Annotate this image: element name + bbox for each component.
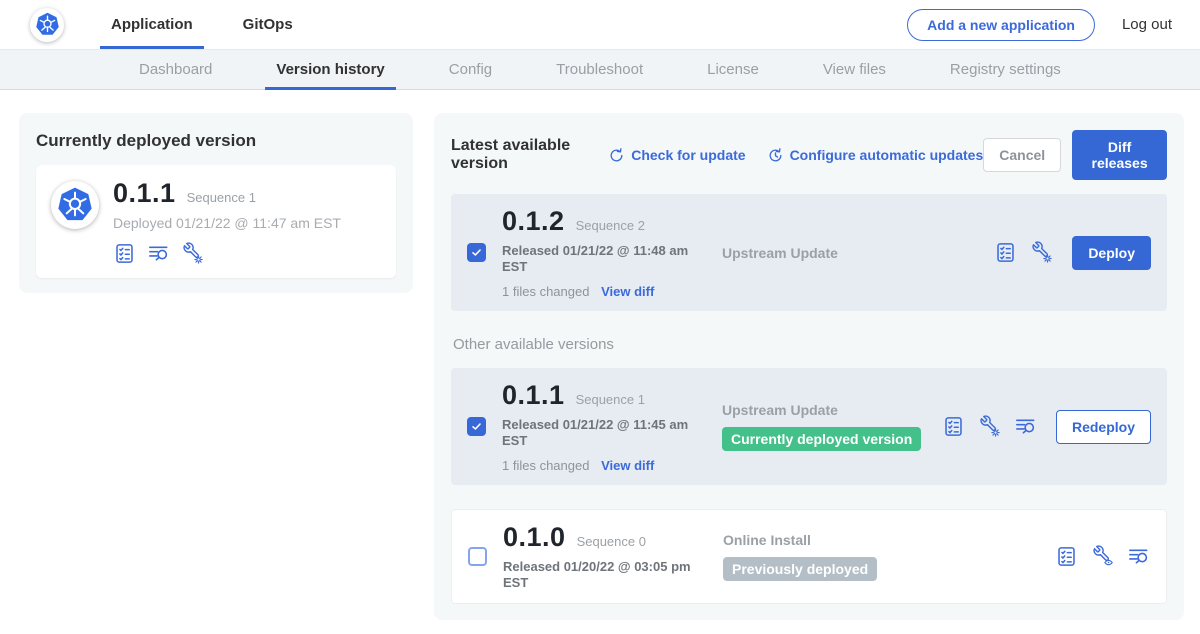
deployed-sequence-label: Sequence 1 [187, 190, 256, 205]
sequence-label: Sequence 2 [576, 218, 645, 233]
version-actions: Redeploy [942, 410, 1151, 444]
currently-deployed-panel: Currently deployed version 0.1.1 Sequenc… [19, 113, 413, 293]
deployment-status-badge: Previously deployed [723, 557, 877, 581]
release-timestamp: Released 01/20/22 @ 03:05 pm EST [503, 559, 711, 591]
app-subnav: Dashboard Version history Config Trouble… [0, 49, 1200, 90]
release-timestamp: Released 01/21/22 @ 11:48 am EST [502, 243, 710, 275]
version-info: 0.1.2 Sequence 2 Released 01/21/22 @ 11:… [502, 206, 718, 299]
preflight-checks-icon[interactable] [1055, 545, 1078, 568]
edit-config-icon[interactable] [978, 415, 1001, 438]
deploy-logs-icon[interactable] [1127, 545, 1150, 568]
subnav-item-dashboard[interactable]: Dashboard [128, 50, 223, 89]
source-label: Upstream Update [722, 402, 838, 418]
source-label: Upstream Update [722, 245, 838, 261]
version-number: 0.1.2 [502, 206, 565, 237]
app-logo [30, 8, 64, 42]
version-actions: Deploy [994, 236, 1151, 270]
tab-application[interactable]: Application [100, 0, 204, 49]
tab-gitops[interactable]: GitOps [232, 0, 304, 49]
configure-automatic-updates-link[interactable]: Configure automatic updates [767, 147, 984, 164]
diff-releases-button[interactable]: Diff releases [1072, 130, 1167, 180]
preflight-checks-icon[interactable] [942, 415, 965, 438]
kubernetes-logo-icon [55, 185, 95, 225]
add-application-button[interactable]: Add a new application [907, 9, 1095, 41]
redeploy-button[interactable]: Redeploy [1056, 410, 1151, 444]
version-row-0-1-0: 0.1.0 Sequence 0 Released 01/20/22 @ 03:… [451, 509, 1167, 604]
check-for-update-label: Check for update [631, 147, 745, 163]
view-diff-link[interactable]: View diff [601, 458, 654, 473]
version-source: Upstream Update Currently deployed versi… [718, 402, 942, 451]
release-timestamp: Released 01/21/22 @ 11:45 am EST [502, 417, 710, 449]
edit-config-icon[interactable] [1030, 241, 1053, 264]
version-checkbox[interactable] [467, 417, 486, 436]
view-diff-link[interactable]: View diff [601, 284, 654, 299]
auto-update-clock-icon [767, 147, 784, 164]
cancel-button[interactable]: Cancel [983, 138, 1061, 172]
version-number: 0.1.1 [502, 380, 565, 411]
view-config-icon[interactable] [1091, 545, 1114, 568]
refresh-icon [608, 147, 625, 164]
subnav-item-config[interactable]: Config [438, 50, 503, 89]
version-checkbox[interactable] [468, 547, 487, 566]
latest-available-title: Latest available version [451, 137, 587, 173]
application-icon [51, 181, 99, 229]
deploy-button[interactable]: Deploy [1072, 236, 1151, 270]
files-changed-label: 1 files changed [502, 284, 589, 299]
deploy-logs-icon[interactable] [1014, 415, 1037, 438]
version-info: 0.1.1 Sequence 1 Released 01/21/22 @ 11:… [502, 380, 718, 473]
app-tabs: Application GitOps [100, 0, 332, 49]
checkmark-icon [470, 246, 483, 259]
available-versions-panel: Latest available version Check for updat… [434, 113, 1184, 620]
top-navigation: Application GitOps Add a new application… [0, 0, 1200, 49]
sequence-label: Sequence 0 [577, 534, 646, 549]
preflight-checks-icon[interactable] [113, 242, 136, 265]
version-history-page: Currently deployed version 0.1.1 Sequenc… [0, 90, 1200, 620]
subnav-item-license[interactable]: License [696, 50, 770, 89]
preflight-checks-icon[interactable] [994, 241, 1017, 264]
edit-config-icon[interactable] [181, 242, 204, 265]
version-info: 0.1.0 Sequence 0 Released 01/20/22 @ 03:… [503, 522, 719, 591]
deployed-version-number: 0.1.1 [113, 178, 176, 209]
subnav-item-version-history[interactable]: Version history [265, 50, 395, 89]
check-for-update-link[interactable]: Check for update [608, 147, 745, 164]
deployment-status-badge: Currently deployed version [722, 427, 921, 451]
source-label: Online Install [723, 532, 811, 548]
other-versions-label: Other available versions [453, 336, 1165, 353]
deployed-version-card: 0.1.1 Sequence 1 Deployed 01/21/22 @ 11:… [36, 165, 396, 278]
subnav-item-troubleshoot[interactable]: Troubleshoot [545, 50, 654, 89]
subnav-item-registry-settings[interactable]: Registry settings [939, 50, 1072, 89]
logout-button[interactable]: Log out [1122, 16, 1172, 33]
deploy-logs-icon[interactable] [147, 242, 170, 265]
version-checkbox[interactable] [467, 243, 486, 262]
kubernetes-logo-icon [34, 11, 61, 38]
version-actions [1055, 545, 1150, 568]
subnav-item-view-files[interactable]: View files [812, 50, 897, 89]
configure-automatic-updates-label: Configure automatic updates [790, 147, 984, 163]
version-row-0-1-2: 0.1.2 Sequence 2 Released 01/21/22 @ 11:… [451, 194, 1167, 311]
available-versions-header: Latest available version Check for updat… [451, 130, 1167, 180]
version-source: Online Install Previously deployed [719, 532, 1055, 581]
sequence-label: Sequence 1 [576, 392, 645, 407]
version-row-0-1-1: 0.1.1 Sequence 1 Released 01/21/22 @ 11:… [451, 368, 1167, 485]
deployed-timestamp: Deployed 01/21/22 @ 11:47 am EST [113, 215, 341, 231]
version-number: 0.1.0 [503, 522, 566, 553]
version-source: Upstream Update [718, 245, 994, 261]
checkmark-icon [470, 420, 483, 433]
currently-deployed-title: Currently deployed version [36, 131, 396, 151]
files-changed-label: 1 files changed [502, 458, 589, 473]
